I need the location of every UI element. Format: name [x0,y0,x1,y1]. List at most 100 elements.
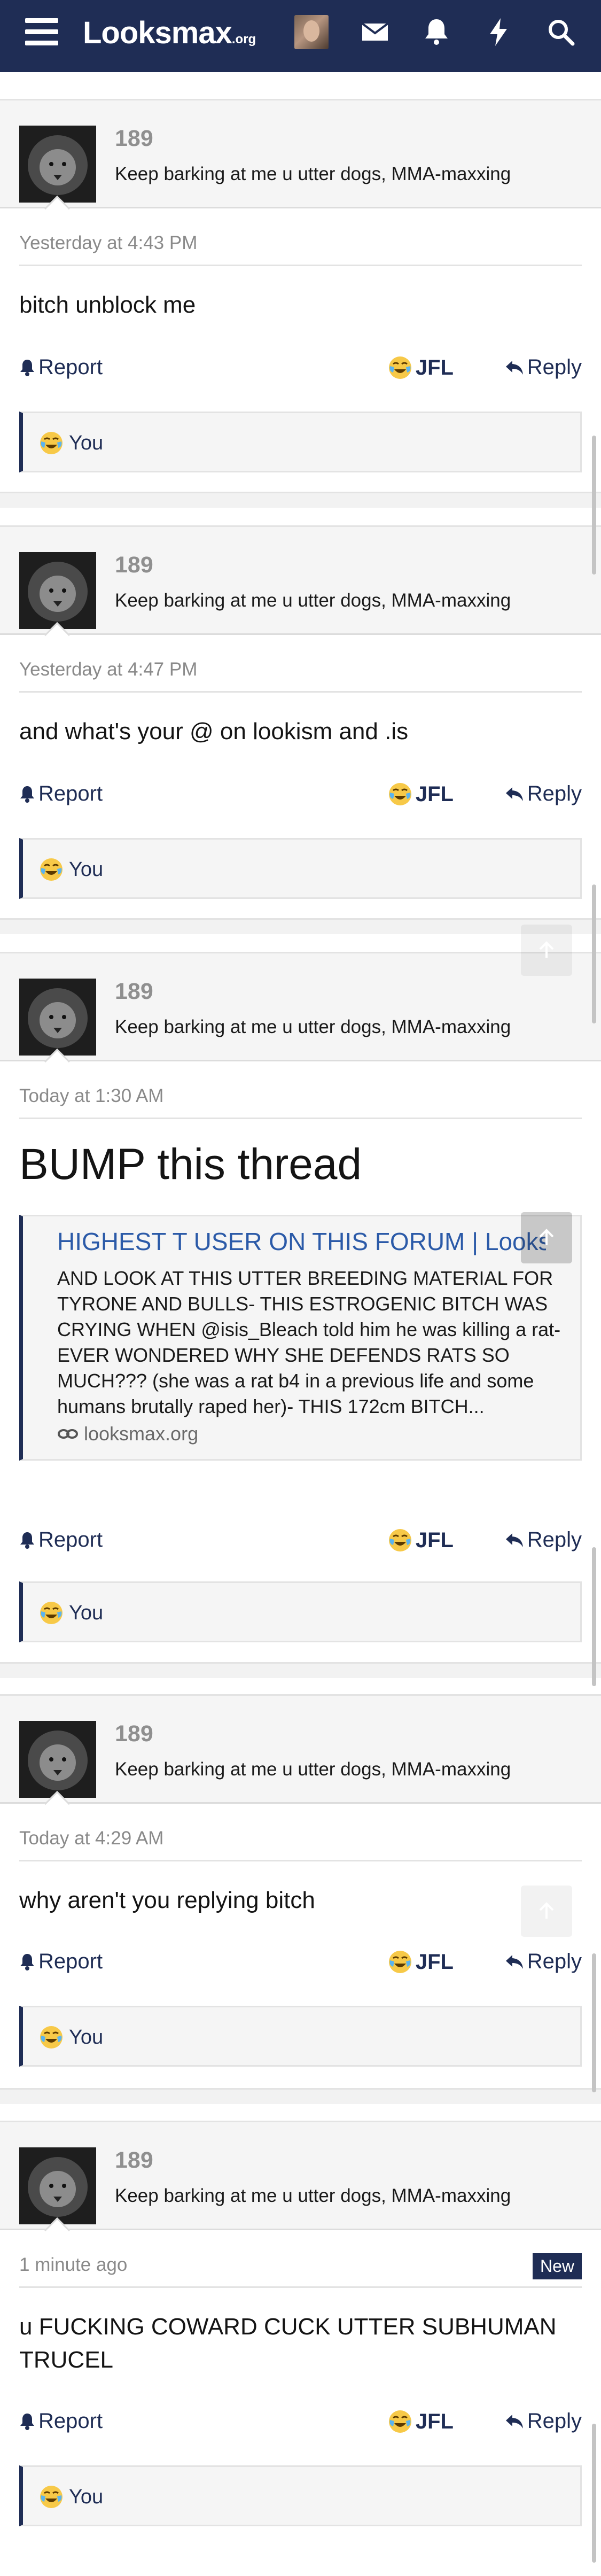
divider [19,1860,582,1861]
report-button[interactable]: Report [19,782,103,806]
crying-laughing-emoji-icon [388,356,411,379]
post: 189 Keep barking at me u utter dogs, MMA… [0,525,601,899]
post-date[interactable]: Yesterday at 4:43 PM [19,232,197,254]
reply-label: Reply [527,1528,582,1551]
quote-link-text: looksmax.org [84,1423,199,1445]
scroll-to-top-button[interactable] [521,925,572,976]
avatar[interactable] [19,1721,96,1798]
bell-icon[interactable] [420,16,452,48]
link-unfurl-quote[interactable]: HIGHEST T USER ON THIS FORUM | Looks... … [19,1215,582,1461]
reaction-summary[interactable]: You [19,2465,582,2526]
scroll-to-top-button[interactable] [521,1212,572,1263]
mail-icon[interactable] [359,16,391,48]
bolt-icon[interactable] [482,16,514,48]
crying-laughing-emoji-icon [40,432,63,454]
avatar[interactable] [19,126,96,203]
reply-label: Reply [527,355,582,379]
jfl-reaction-button[interactable]: JFL [388,1950,454,1974]
reply-button[interactable]: Reply [505,782,582,806]
reply-button[interactable]: Reply [505,2409,582,2433]
crying-laughing-emoji-icon [40,2026,63,2049]
user-title: Keep barking at me u utter dogs, MMA-max… [115,590,511,611]
post-separator [0,2088,601,2104]
reaction-summary[interactable]: You [19,838,582,899]
account-avatar[interactable] [294,15,329,49]
post: 189 Keep barking at me u utter dogs, MMA… [0,99,601,473]
lion-avatar-image [19,2147,96,2224]
post-message: u FUCKING COWARD CUCK UTTER SUBHUMAN TRU… [19,2314,557,2373]
user-title: Keep barking at me u utter dogs, MMA-max… [115,164,511,184]
menu-icon[interactable] [25,18,58,46]
lion-avatar-image [19,1721,96,1798]
post-separator [0,492,601,508]
post-date[interactable]: Today at 4:29 AM [19,1828,163,1849]
post-date[interactable]: Today at 1:30 AM [19,1085,163,1107]
username[interactable]: 189 [115,1721,153,1747]
reply-icon [505,1533,523,1547]
quote-title[interactable]: HIGHEST T USER ON THIS FORUM | Looks... [57,1227,546,1256]
bell-icon [20,2413,34,2430]
scrollbar-thumb[interactable] [592,1547,596,1686]
reacted-by[interactable]: You [69,2026,103,2049]
reacted-by[interactable]: You [69,858,103,881]
post-actions: Report JFL Reply [19,782,582,814]
post-date[interactable]: Yesterday at 4:47 PM [19,659,197,680]
scrollbar-thumb[interactable] [592,884,596,1023]
jfl-reaction-button[interactable]: JFL [388,2409,454,2434]
scrollbar-thumb[interactable] [592,1953,596,2092]
username[interactable]: 189 [115,979,153,1005]
reacted-by[interactable]: You [69,2486,103,2509]
top-navigation-bar: Looksmax.org [0,0,601,72]
post-date[interactable]: 1 minute ago [19,2254,127,2276]
scroll-to-top-button[interactable] [521,1886,572,1937]
bell-icon [20,786,34,803]
link-icon [58,1429,78,1439]
scrollbar-thumb[interactable] [592,436,596,575]
reaction-summary[interactable]: You [19,2006,582,2067]
report-button[interactable]: Report [19,2409,103,2433]
report-button[interactable]: Report [19,1950,103,1974]
post: 189 Keep barking at me u utter dogs, MMA… [0,952,601,1642]
reaction-summary[interactable]: You [19,412,582,472]
site-logo[interactable]: Looksmax.org [83,15,256,51]
post-actions: Report JFL Reply [19,355,582,387]
post-user-bar: 189 Keep barking at me u utter dogs, MMA… [0,2121,601,2244]
post-message: why aren't you replying bitch [19,1887,315,1913]
avatar[interactable] [19,2147,96,2224]
jfl-label: JFL [415,782,454,806]
jfl-reaction-button[interactable]: JFL [388,782,454,806]
new-badge: New [532,2253,582,2279]
crying-laughing-emoji-icon [388,2410,411,2433]
report-label: Report [38,782,103,805]
quote-source[interactable]: looksmax.org [57,1423,561,1445]
reacted-by[interactable]: You [69,432,103,455]
reaction-summary[interactable]: You [19,1581,582,1642]
report-button[interactable]: Report [19,355,103,379]
reply-button[interactable]: Reply [505,1528,582,1552]
jfl-reaction-button[interactable]: JFL [388,355,454,380]
reply-button[interactable]: Reply [505,355,582,379]
reply-button[interactable]: Reply [505,1950,582,1974]
jfl-label: JFL [415,355,454,379]
avatar[interactable] [19,552,96,629]
username[interactable]: 189 [115,126,153,152]
user-title: Keep barking at me u utter dogs, MMA-max… [115,2185,511,2206]
post-separator [0,1662,601,1678]
post-message: bitch unblock me [19,292,196,318]
scrollbar-thumb[interactable] [592,2424,596,2563]
username[interactable]: 189 [115,552,153,578]
arrow-up-icon [539,1229,554,1245]
reacted-by[interactable]: You [69,1602,103,1625]
reply-label: Reply [527,1950,582,1973]
bell-icon [20,1953,34,1970]
lion-avatar-image [19,126,96,203]
username[interactable]: 189 [115,2147,153,2174]
report-button[interactable]: Report [19,1528,103,1552]
divider [19,265,582,266]
jfl-reaction-button[interactable]: JFL [388,1528,454,1553]
crying-laughing-emoji-icon [40,1602,63,1624]
search-icon[interactable] [545,16,577,48]
post-user-bar: 189 Keep barking at me u utter dogs, MMA… [0,525,601,648]
avatar[interactable] [19,979,96,1056]
post-user-bar: 189 Keep barking at me u utter dogs, MMA… [0,952,601,1075]
